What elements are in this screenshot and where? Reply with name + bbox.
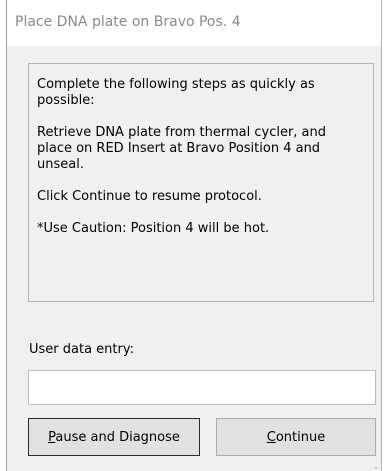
caution-paragraph: *Use Caution: Position 4 will be hot. [37, 221, 270, 236]
dialog-window: Place DNA plate on Bravo Pos. 4 Complete… [6, 0, 382, 471]
window-title: Place DNA plate on Bravo Pos. 4 [15, 14, 241, 30]
resize-grip[interactable] [375, 467, 377, 469]
title-bar[interactable]: Place DNA plate on Bravo Pos. 4 [7, 0, 381, 46]
user-data-entry-label: User data entry: [29, 342, 134, 357]
user-data-entry-field[interactable] [28, 370, 376, 405]
instruction-paragraph: Complete the following steps as quickly … [37, 77, 315, 108]
continue-mnemonic: C [266, 429, 276, 445]
instruction-paragraph: Retrieve DNA plate from thermal cycler, … [37, 125, 327, 172]
instruction-paragraph: Click Continue to resume protocol. [37, 189, 262, 204]
continue-button[interactable]: Continue [216, 418, 376, 456]
instructions-box: Complete the following steps as quickly … [28, 63, 374, 302]
pause-and-diagnose-button[interactable]: Pause and Diagnose [28, 418, 200, 456]
continue-label-rest: ontinue [275, 429, 326, 445]
pause-label-rest: ause and Diagnose [55, 429, 180, 445]
